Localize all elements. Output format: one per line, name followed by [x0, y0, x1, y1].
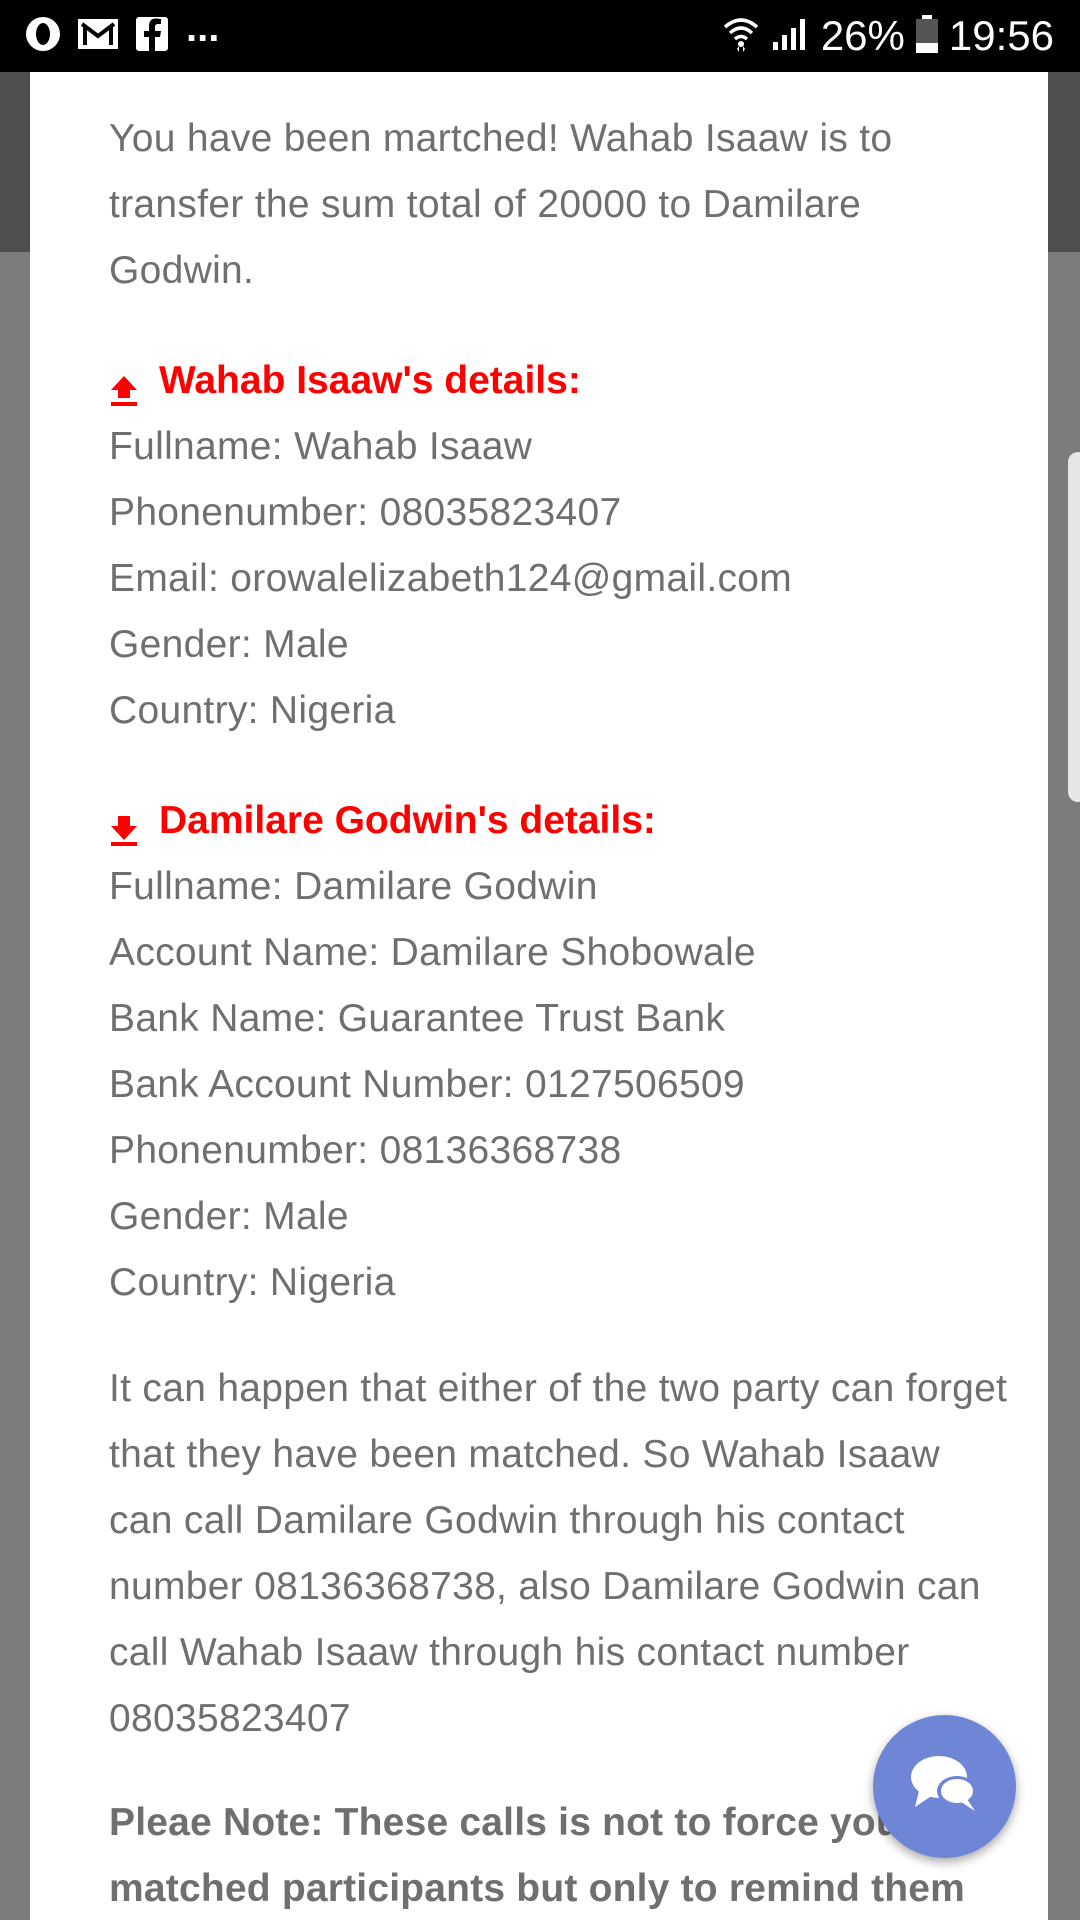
- payer-details-title: Wahab Isaaw's details:: [159, 359, 581, 402]
- download-icon: [109, 803, 139, 846]
- signal-icon: [771, 16, 811, 57]
- match-details-dialog: You have been martched! Wahab Isaaw is t…: [30, 72, 1048, 1920]
- note-text: Pleae Note: These calls is not to force …: [109, 1801, 966, 1910]
- gmail-icon: [76, 15, 120, 58]
- receiver-phone: Phonenumber: 08136368738: [109, 1129, 622, 1172]
- receiver-country: Country: Nigeria: [109, 1261, 396, 1304]
- match-intro-text: You have been martched! Wahab Isaaw is t…: [109, 117, 893, 292]
- more-notifications: ...: [186, 6, 220, 50]
- status-bar-right: 26% 19:56: [711, 12, 1054, 60]
- payer-fullname: Fullname: Wahab Isaaw: [109, 425, 533, 468]
- status-bar-left: ...: [24, 8, 233, 58]
- battery-icon: [915, 14, 939, 59]
- facebook-icon: [134, 15, 170, 58]
- upload-icon: [109, 363, 139, 406]
- receiver-gender: Gender: Male: [109, 1195, 349, 1238]
- payer-email: Email: orowalelizabeth124@gmail.com: [109, 557, 793, 600]
- clock: 19:56: [948, 12, 1054, 59]
- payer-country: Country: Nigeria: [109, 689, 396, 732]
- receiver-details-title: Damilare Godwin's details:: [159, 799, 656, 842]
- chat-bubbles-icon: [905, 1749, 985, 1824]
- receiver-details-list: Fullname: Damilare Godwin Account Name: …: [109, 854, 1009, 1316]
- wifi-icon: [721, 15, 761, 58]
- battery-percentage: 26%: [820, 12, 905, 59]
- receiver-fullname: Fullname: Damilare Godwin: [109, 865, 598, 908]
- dialog-content: You have been martched! Wahab Isaaw is t…: [109, 72, 1009, 1920]
- chat-button[interactable]: [873, 1715, 1016, 1858]
- payer-details-heading: Wahab Isaaw's details:: [109, 348, 1009, 414]
- payer-gender: Gender: Male: [109, 623, 349, 666]
- opera-icon: [24, 15, 62, 58]
- reminder-text: It can happen that either of the two par…: [109, 1367, 1008, 1740]
- receiver-bank-name: Bank Name: Guarantee Trust Bank: [109, 997, 726, 1040]
- receiver-details-heading: Damilare Godwin's details:: [109, 788, 1009, 854]
- receiver-account-number: Bank Account Number: 0127506509: [109, 1063, 745, 1106]
- status-bar: ... 26% 19:56: [0, 0, 1080, 72]
- scrollbar-handle[interactable]: [1068, 452, 1080, 802]
- receiver-account-name: Account Name: Damilare Shobowale: [109, 931, 756, 974]
- payer-details-list: Fullname: Wahab Isaaw Phonenumber: 08035…: [109, 414, 1009, 744]
- payer-phone: Phonenumber: 08035823407: [109, 491, 622, 534]
